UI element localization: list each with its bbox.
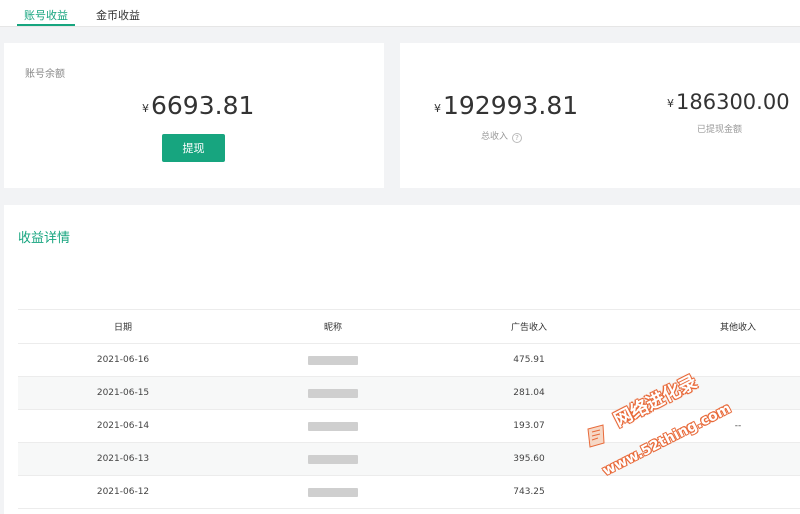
row-ad-income: 743.25 [513,487,545,497]
row-other-income: -- [734,421,742,431]
row-nickname-redacted [288,443,378,475]
income-card: ¥192993.81 总收入? ¥186300.00 已提现金额 [400,43,800,188]
tab-account-income[interactable]: 账号收益 [24,7,68,23]
row-date: 2021-06-13 [96,454,150,464]
redacted-bar [308,454,358,464]
total-income-value: 192993.81 [443,91,579,120]
row-other-income [698,443,778,475]
total-income-label-text: 总收入 [481,132,509,142]
question-circle-icon[interactable]: ? [512,133,523,143]
income-detail-card: 收益详情 日期 昵称 广告收入 其他收入 2021-06-16 475.91 2… [4,205,800,514]
total-income-label: 总收入? [481,129,523,143]
row-date: 2021-06-12 [96,487,150,497]
currency-symbol: ¥ [142,102,149,115]
currency-symbol: ¥ [667,97,674,110]
row-nickname-redacted [288,476,378,508]
active-tab-indicator [17,24,75,26]
row-date: 2021-06-14 [96,421,150,431]
table-row: 2021-06-13 395.60 [18,443,800,476]
row-other-income [698,377,778,409]
row-ad-income: 193.07 [513,421,545,431]
column-header-nickname: 昵称 [323,323,342,333]
withdrawn-label: 已提现金额 [697,125,743,135]
detail-title: 收益详情 [18,231,71,246]
balance-amount: ¥6693.81 [142,91,254,120]
table-row: 2021-06-16 475.91 [18,344,800,377]
tab-coin-income[interactable]: 金币收益 [96,7,140,23]
income-table: 日期 昵称 广告收入 其他收入 2021-06-16 475.91 2021-0… [18,309,800,509]
row-nickname-redacted [288,344,378,376]
column-header-date: 日期 [113,323,132,333]
table-row: 2021-06-14 193.07 -- [18,410,800,443]
row-ad-income: 281.04 [513,388,545,398]
balance-label: 账号余额 [25,69,65,80]
row-ad-income: 395.60 [513,454,545,464]
redacted-bar [308,355,358,365]
row-nickname-redacted [288,410,378,442]
column-header-other-income: 其他收入 [719,323,756,333]
redacted-bar [308,487,358,497]
redacted-bar [308,388,358,398]
withdrawn-value: 186300.00 [676,90,790,114]
redacted-bar [308,421,358,431]
column-header-ad-income: 广告收入 [510,323,547,333]
row-other-income [698,476,778,508]
withdraw-button[interactable]: 提现 [162,134,225,162]
table-row: 2021-06-15 281.04 [18,377,800,410]
row-date: 2021-06-15 [96,388,150,398]
withdrawn-amount: ¥186300.00 [667,90,790,114]
row-other-income [698,344,778,376]
row-ad-income: 475.91 [513,355,545,365]
currency-symbol: ¥ [434,102,441,115]
row-date: 2021-06-16 [96,355,150,365]
balance-value: 6693.81 [151,91,255,120]
table-header: 日期 昵称 广告收入 其他收入 [18,310,800,344]
table-row: 2021-06-12 743.25 [18,476,800,509]
total-income-amount: ¥192993.81 [434,91,578,120]
balance-card: 账号余额 ¥6693.81 提现 [4,43,384,188]
row-nickname-redacted [288,377,378,409]
tab-bar: 账号收益 金币收益 [0,0,800,27]
